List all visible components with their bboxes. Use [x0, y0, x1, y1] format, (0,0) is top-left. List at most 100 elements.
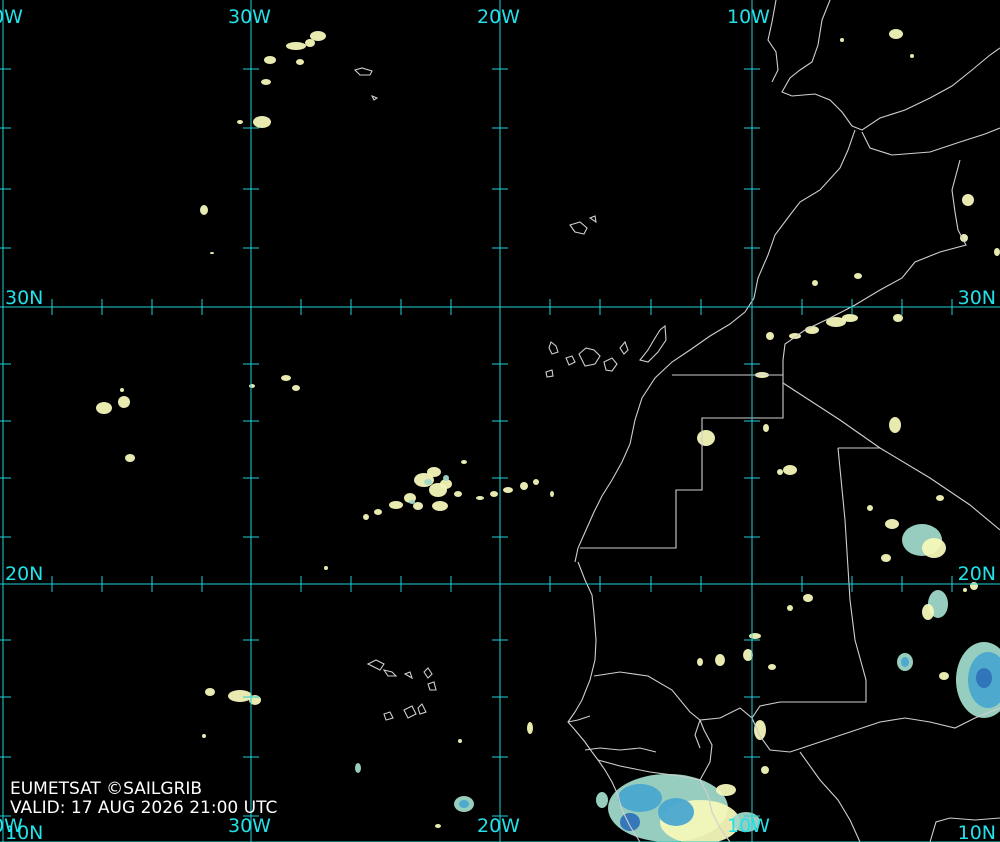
lat-label-left-30n: 30N [5, 287, 44, 309]
coastline-path [580, 374, 784, 549]
cloud-patch-light [125, 454, 135, 462]
lon-label-bottom-10w: 10W [727, 815, 770, 837]
cloud-cluster-light [922, 604, 934, 620]
cloud-patch-light [210, 252, 214, 254]
cloud-patch-light [840, 38, 844, 42]
island-outline [578, 347, 601, 367]
cloud-patch-light [867, 505, 873, 511]
lat-label-right-20n: 20N [957, 563, 996, 585]
cloud-patch-light [766, 332, 774, 340]
cloud-patch-light [281, 375, 291, 381]
cloud-patch-light [261, 79, 271, 85]
cloud-patch-chain [427, 467, 441, 477]
cloud-patch-light [768, 664, 776, 670]
cloud-patch-light [842, 314, 858, 322]
cloud-patch-light [889, 417, 901, 433]
cloud-cluster-light [922, 538, 946, 558]
cloud-patch-light [749, 633, 761, 639]
cloud-patch-light [783, 465, 797, 475]
island-outline [548, 341, 559, 355]
coastline-path [699, 719, 713, 781]
coastal-system-mid [596, 792, 608, 808]
map-canvas [0, 0, 1000, 842]
cloud-patch-chain [389, 501, 403, 509]
cloud-patch-light [936, 495, 944, 501]
coastline-path [861, 127, 1000, 156]
cloud-patch-light [202, 734, 206, 738]
cloud-patch-light [200, 205, 208, 215]
satellite-map: 0W 30W 20W 10W 0W 30W 20W 10W 30N 20N 10… [0, 0, 1000, 842]
cloud-cluster-light [881, 554, 891, 562]
cloud-patch-chain [363, 514, 369, 520]
cloud-patch-light [812, 280, 818, 286]
cloud-patch-light [435, 824, 441, 828]
cloud-patch-light [715, 654, 725, 666]
cloud-patch-light [761, 766, 769, 774]
lon-label-top-10w: 10W [727, 6, 770, 28]
island-outline [383, 711, 394, 721]
cloud-patch-light [296, 59, 304, 65]
cloud-patch-light [205, 688, 215, 696]
cloud-patch-light [994, 248, 1000, 256]
cloud-patch-chain [374, 509, 382, 515]
cloud-patch-light [939, 672, 949, 680]
island-outline [417, 703, 427, 715]
cloud-patch-light [305, 39, 315, 47]
cloud-patch-light [763, 424, 769, 432]
island-outline [403, 671, 413, 680]
cloud-patch-dense [459, 800, 469, 808]
lat-label-left-20n: 20N [5, 563, 44, 585]
cloud-patch-light [253, 116, 271, 128]
cloud-patch-light [237, 120, 243, 124]
lat-label-right-30n: 30N [957, 287, 996, 309]
cloud-patch-light [854, 273, 862, 279]
coastline-path [574, 129, 856, 563]
cloud-patch-light [527, 722, 533, 734]
lon-label-top-20w: 20W [477, 6, 520, 28]
coastal-system-dense [618, 784, 662, 812]
lon-label-top-0: 0W [0, 6, 23, 28]
convective-system-core [976, 668, 992, 688]
island-outline [569, 221, 588, 235]
cloud-patch-light [962, 194, 974, 206]
cloud-patch-chain [454, 491, 462, 497]
cloud-patch-light [458, 739, 462, 743]
coastal-system-core [620, 813, 640, 831]
coastline-path [593, 671, 1000, 753]
cloud-patch-light [264, 56, 276, 64]
coastline-path [751, 447, 867, 719]
lon-label-bottom-20w: 20W [477, 815, 520, 837]
island-outline [565, 355, 576, 366]
credit-valid-time: VALID: 17 AUG 2026 21:00 UTC [10, 798, 278, 818]
cloud-patch-light [893, 314, 903, 322]
lon-label-top-30w: 30W [228, 6, 271, 28]
coastline-layer [353, 0, 1000, 842]
cloud-patch-chain [503, 487, 513, 493]
graticule-layer [0, 0, 1000, 842]
cloud-patch-light [324, 566, 328, 570]
cloud-patch-mid [424, 479, 432, 485]
cloud-patch-light [118, 396, 130, 408]
coastline-path [694, 719, 701, 749]
coastline-path [782, 159, 967, 375]
cloud-patch-mid [443, 475, 449, 481]
cloud-patch-chain [461, 460, 467, 464]
cloud-patch-chain [432, 501, 448, 511]
island-outline [639, 324, 667, 363]
cloud-patch-light [787, 605, 793, 611]
cloud-patch-light [963, 588, 967, 592]
cloud-patch-chain [476, 496, 484, 500]
lat-label-left-10n: 10N [5, 822, 44, 842]
credit-source: EUMETSAT ©SAILGRIB [10, 779, 203, 799]
cloud-patch-light [889, 29, 903, 39]
island-outline [423, 667, 433, 679]
lat-label-right-10n: 10N [957, 822, 996, 842]
cloud-cluster-light [885, 519, 899, 529]
cloud-patch-light [777, 469, 783, 475]
cloud-patch-chain [413, 502, 423, 510]
cloud-patch-chain [490, 491, 498, 497]
cloud-patch-light [803, 594, 813, 602]
island-outline [588, 215, 597, 224]
island-outline [427, 681, 437, 691]
cloud-patch-light [228, 690, 252, 702]
